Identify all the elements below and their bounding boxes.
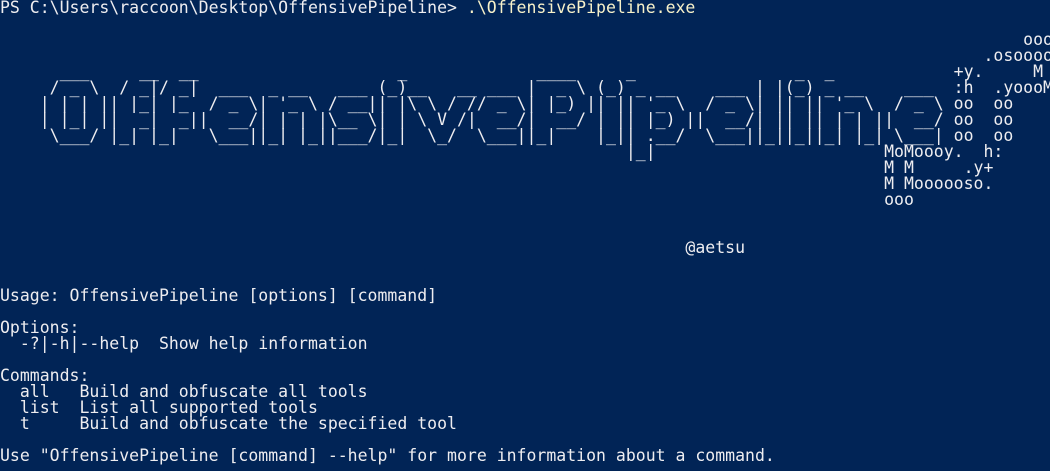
footer-hint: Use "OffensivePipeline [command] --help"…: [0, 446, 775, 465]
option-help: -?|-h|--help Show help information: [0, 334, 368, 353]
usage-line: Usage: OffensivePipeline [options] [comm…: [0, 286, 438, 305]
typed-command: .\OffensivePipeline.exe: [466, 0, 696, 17]
prompt-line: PS C:\Users\raccoon\Desktop\OffensivePip…: [0, 0, 695, 16]
prompt-path: PS C:\Users\raccoon\Desktop\OffensivePip…: [0, 0, 467, 17]
ascii-banner: ooo .osooooM M ___ __ __ _ ____ _ _ _: [39, 30, 1050, 257]
command-t: t Build and obfuscate the specified tool: [0, 414, 457, 433]
powershell-terminal[interactable]: PS C:\Users\raccoon\Desktop\OffensivePip…: [0, 0, 1050, 471]
